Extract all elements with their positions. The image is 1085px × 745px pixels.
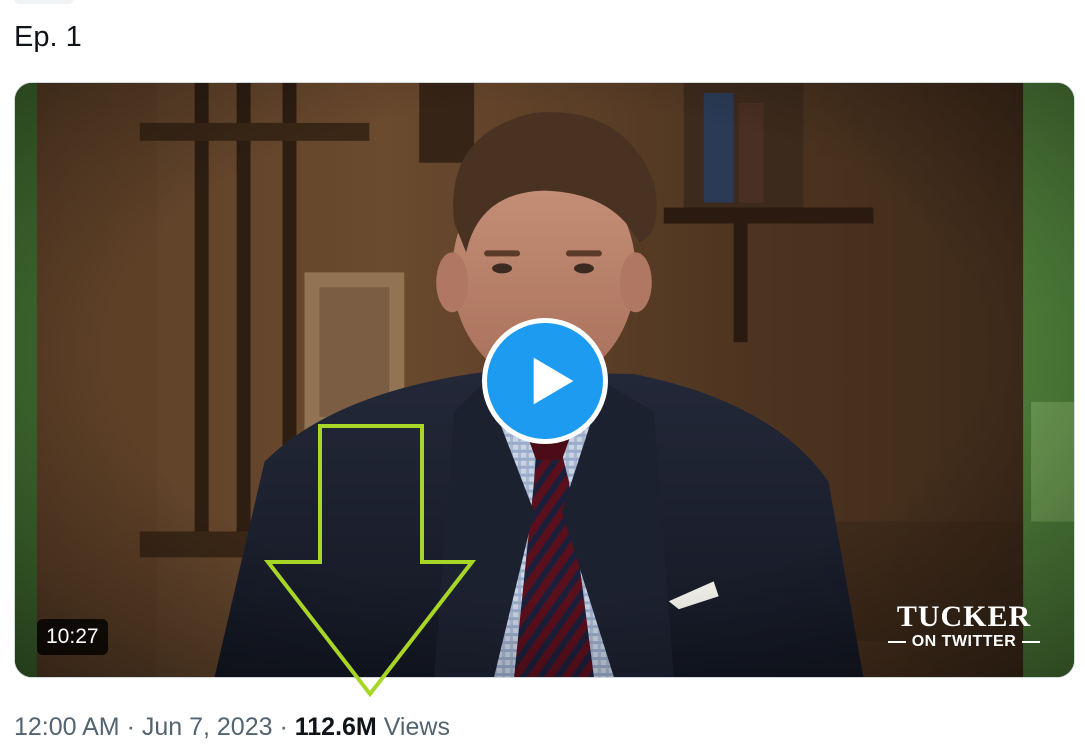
- tweet-time[interactable]: 12:00 AM: [14, 713, 120, 741]
- video-player[interactable]: 10:27 TUCKER ON TWITTER: [14, 82, 1075, 678]
- video-duration-badge: 10:27: [37, 619, 108, 655]
- previous-content-stub: [14, 0, 74, 4]
- watermark-subtitle-text: ON TWITTER: [911, 633, 1017, 650]
- watermark-name: TUCKER: [896, 600, 1032, 633]
- meta-separator: ·: [119, 713, 142, 741]
- tweet-text: Ep. 1: [14, 21, 82, 53]
- channel-watermark: TUCKER ON TWITTER: [888, 601, 1040, 651]
- play-icon: [533, 357, 573, 405]
- tweet-date[interactable]: Jun 7, 2023: [142, 713, 273, 741]
- play-button[interactable]: [482, 318, 608, 444]
- meta-separator: ·: [272, 713, 295, 741]
- views-label: Views: [376, 713, 450, 741]
- watermark-subtitle: ON TWITTER: [888, 633, 1040, 651]
- tweet-metadata: 12:00 AM · Jun 7, 2023 · 112.6M Views: [14, 711, 450, 743]
- views-count: 112.6M: [294, 713, 377, 741]
